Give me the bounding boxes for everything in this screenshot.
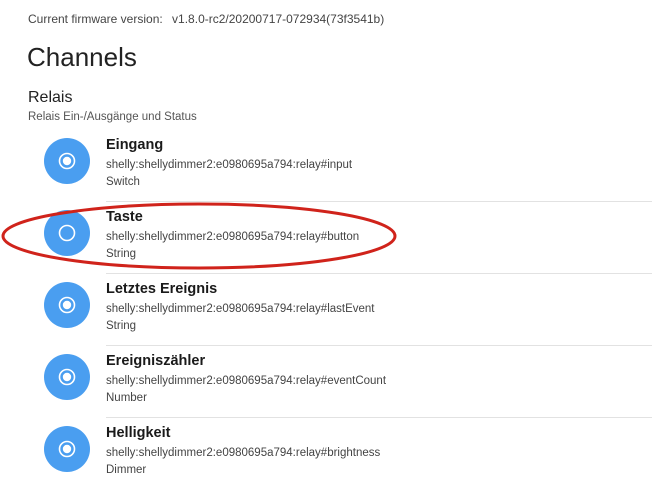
channel-name: Letztes Ereignis <box>106 281 218 297</box>
section-description: Relais Ein-/Ausgänge und Status <box>28 111 197 123</box>
channel-type: Dimmer <box>106 464 147 476</box>
channel-type: String <box>106 248 137 260</box>
channel-item-letztes-ereignis[interactable]: Letztes Ereignis shelly:shellydimmer2:e0… <box>0 274 652 346</box>
radio-unchecked-icon[interactable] <box>44 210 90 256</box>
channel-type: String <box>106 320 137 332</box>
channel-name: Helligkeit <box>106 425 171 441</box>
channel-uid: shelly:shellydimmer2:e0980695a794:relay#… <box>106 231 360 243</box>
channel-item-taste[interactable]: Taste shelly:shellydimmer2:e0980695a794:… <box>0 202 652 274</box>
channel-uid: shelly:shellydimmer2:e0980695a794:relay#… <box>106 375 387 387</box>
channel-name: Eingang <box>106 137 164 153</box>
channel-uid: shelly:shellydimmer2:e0980695a794:relay#… <box>106 159 353 171</box>
page: Current firmware version: v1.8.0-rc2/202… <box>0 0 652 500</box>
channel-item-ereigniszaehler[interactable]: Ereigniszähler shelly:shellydimmer2:e098… <box>0 346 652 418</box>
firmware-label: Current firmware version: <box>28 12 163 26</box>
firmware-value: v1.8.0-rc2/20200717-072934(73f3541b) <box>172 12 385 26</box>
radio-checked-icon[interactable] <box>44 354 90 400</box>
channel-uid: shelly:shellydimmer2:e0980695a794:relay#… <box>106 447 381 459</box>
channel-uid: shelly:shellydimmer2:e0980695a794:relay#… <box>106 303 375 315</box>
channel-item-helligkeit[interactable]: Helligkeit shelly:shellydimmer2:e0980695… <box>0 418 652 490</box>
section-title: Relais <box>28 89 73 106</box>
channel-name: Taste <box>106 209 143 225</box>
page-title: Channels <box>27 42 137 72</box>
radio-checked-icon[interactable] <box>44 426 90 472</box>
channel-type: Switch <box>106 176 140 188</box>
channel-item-eingang[interactable]: Eingang shelly:shellydimmer2:e0980695a79… <box>0 130 652 202</box>
channel-name: Ereigniszähler <box>106 353 206 369</box>
channel-list: Eingang shelly:shellydimmer2:e0980695a79… <box>0 130 652 490</box>
radio-checked-icon[interactable] <box>44 282 90 328</box>
radio-checked-icon[interactable] <box>44 138 90 184</box>
channel-type: Number <box>106 392 147 404</box>
firmware-version: Current firmware version: v1.8.0-rc2/202… <box>28 12 384 26</box>
